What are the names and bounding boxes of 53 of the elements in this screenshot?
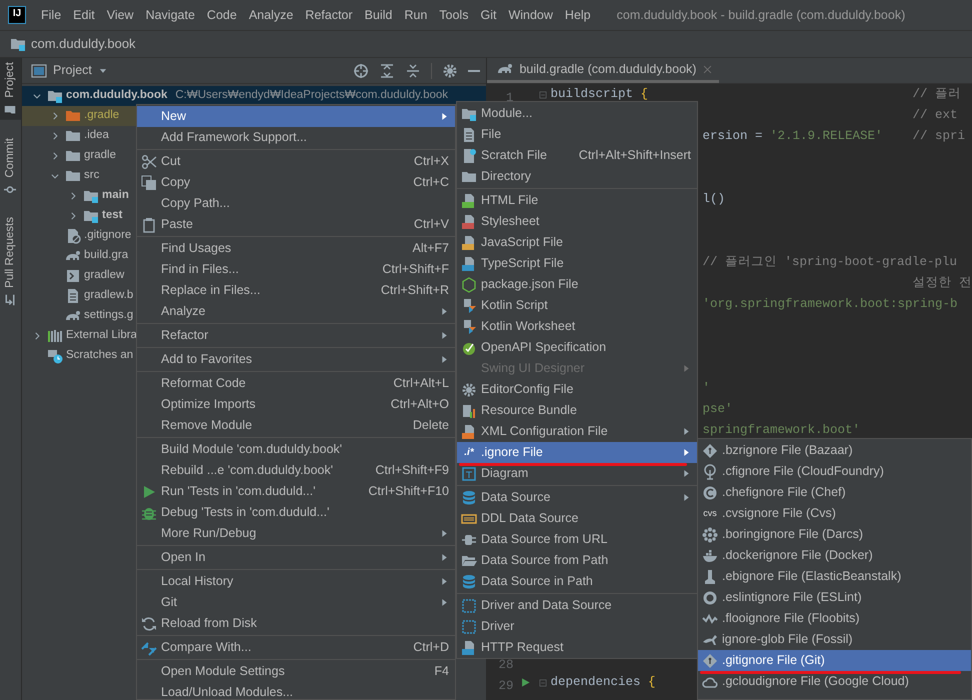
shortcut-text: Ctrl+Shift+F [382, 261, 449, 278]
code-text: // spri [912, 128, 965, 146]
code-text: ' [702, 380, 710, 398]
tree-item-label: External Libra [66, 328, 137, 344]
shortcut-text: Ctrl+Shift+R [380, 282, 449, 300]
window-title: com.duduldy.book - build.gradle (com.duduldy.book) [616, 6, 906, 24]
code-text: pse' [702, 401, 732, 418]
tree-item-label: gradlew.b [84, 288, 134, 304]
shortcut-text: Ctrl+Shift+F10 [368, 483, 449, 500]
code-text: // 플러 [912, 86, 961, 104]
code-text: '2.1.9.RELEASE' [770, 128, 883, 146]
code-text: buildscript [550, 86, 633, 104]
code-text: 'org.springframework.boot:spring-b [702, 296, 958, 314]
shortcut-text: Ctrl+D [413, 639, 449, 656]
tree-item-label: Scratches an [66, 348, 134, 364]
shortcut-text: Ctrl+Alt+O [390, 396, 449, 414]
shortcut-text: Alt+F7 [412, 240, 449, 258]
path-text: C:₩Users₩endyd₩IdeaProjects₩com.duduldy.book [175, 88, 448, 104]
tree-item-label: main [102, 188, 129, 204]
shortcut-text: F4 [434, 663, 449, 680]
code-text: { [648, 674, 656, 692]
code-text: dependencies [550, 674, 640, 692]
tree-item-label: gradle [84, 148, 116, 164]
code-text: l() [702, 191, 725, 208]
code-text: // ext [912, 107, 958, 124]
tree-item-label: build.gra [84, 248, 128, 264]
line-number: 28 [497, 658, 514, 672]
line-number: 29 [497, 679, 514, 693]
code-text: // 플러그인 'spring-boot-gradle-plu [702, 254, 958, 272]
tree-item-label: .gitignore [84, 228, 132, 244]
tab-title: build.gradle (com.duduldy.book) [519, 60, 696, 78]
shortcut-text: Ctrl+V [414, 216, 449, 234]
shortcut-text: Ctrl+Alt+L [393, 375, 449, 392]
tree-item-label: .gradle [84, 108, 120, 124]
shortcut-text: Ctrl+C [413, 174, 449, 192]
code-text: 설정한 전 [912, 275, 972, 292]
code-text: springframework.boot' [702, 422, 860, 440]
tree-item-label: .idea [84, 128, 109, 144]
tree-item-label: com.duduldy.book [66, 88, 168, 104]
tree-item-label: settings.g [84, 308, 134, 324]
text-icon: .i* [464, 445, 474, 460]
shortcut-text: Ctrl+Shift+F9 [375, 462, 449, 480]
line-number: 1 [504, 91, 514, 105]
tree-item-label: gradlew [84, 268, 124, 284]
tree-item-label: test [102, 208, 122, 224]
shortcut-text: Ctrl+Alt+Shift+Insert [578, 147, 691, 164]
code-text: ersion = [702, 128, 762, 146]
code-text: { [640, 86, 648, 104]
text-icon: cvs [703, 506, 717, 520]
shortcut-text: Ctrl+X [414, 153, 449, 170]
shortcut-text: Delete [412, 417, 449, 434]
tree-item-label: src [84, 168, 100, 184]
logo: IJ [8, 6, 26, 24]
